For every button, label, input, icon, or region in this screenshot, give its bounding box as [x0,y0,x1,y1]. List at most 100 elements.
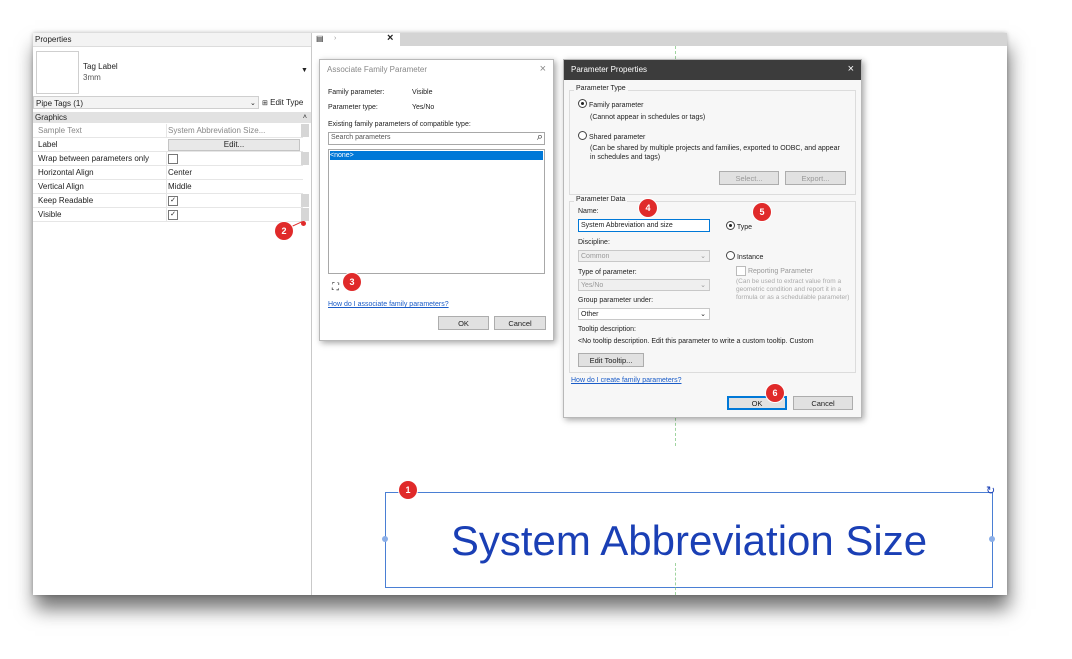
tooltip-text: <No tooltip description. Edit this param… [578,338,814,345]
list-item-none[interactable]: <none> [330,151,543,160]
type-dropdown-icon[interactable]: ▼ [301,67,308,74]
prop-value: System Abbreviation Size... [168,126,266,135]
prop-row-vertical-align: Vertical Align Middle [33,180,303,194]
type-of-param-label: Type of parameter: [578,269,637,276]
param-type-label: Parameter type: [328,104,378,111]
prop-row-visible: Visible ✓ [33,208,303,222]
chevron-down-icon: ⌄ [700,311,706,318]
properties-panel: Properties Tag Label 3mm ▼ Pipe Tags (1)… [33,33,312,595]
type-of-param-dropdown[interactable]: Yes/No ⌄ [578,279,710,291]
prop-key: Horizontal Align [38,168,94,177]
edit-type-label: Edit Type [270,98,304,107]
prop-value[interactable]: Middle [168,180,192,193]
reporting-param-checkbox[interactable]: Reporting Parameter [736,266,813,276]
tag-label-box[interactable]: System Abbreviation Size [385,492,993,588]
type-name: Tag Label [83,62,118,71]
step-badge-3: 3 [343,273,361,291]
family-param-radio[interactable]: Family parameter [578,99,643,109]
dialog-title: Parameter Properties [564,60,861,80]
shared-param-note: (Can be shared by multiple projects and … [590,145,840,161]
prop-key: Label [38,140,58,149]
export-button[interactable]: Export... [785,171,846,185]
prop-row-wrap: Wrap between parameters only [33,152,303,166]
grip-right-icon[interactable] [989,536,995,542]
parameter-list[interactable]: <none> [328,149,545,274]
close-icon[interactable]: × [387,33,393,44]
radio-icon [726,251,735,260]
name-input[interactable]: System Abbreviation and size [578,219,710,232]
prop-row-label: Label Edit... [33,138,303,152]
wrap-checkbox[interactable] [168,153,178,164]
scrollbar-segment[interactable] [301,194,309,207]
label-edit-button[interactable]: Edit... [168,139,300,151]
chevron-down-icon: ⌄ [700,253,706,260]
step-badge-4: 4 [639,199,657,217]
prop-key: Visible [38,210,62,219]
instance-selector[interactable]: Pipe Tags (1) ⌄ [33,96,259,109]
group-under-dropdown[interactable]: Other ⌄ [578,308,710,320]
grip-left-icon[interactable] [382,536,388,542]
parameter-properties-dialog: Parameter Properties × Parameter Type Fa… [563,59,862,418]
chevron-down-icon: ⌄ [700,282,706,289]
step-badge-1: 1 [399,481,417,499]
visible-checkbox[interactable]: ✓ [168,209,178,220]
chevron-down-icon: ⌄ [250,100,256,107]
prop-row-sample-text: Sample Text System Abbreviation Size... [33,124,303,138]
family-param-note: (Cannot appear in schedules or tags) [590,114,706,121]
param-type-group-label: Parameter Type [574,85,628,92]
view-tab[interactable]: ▤ › × [312,33,400,46]
scrollbar-segment[interactable] [301,124,309,137]
close-icon[interactable]: × [540,63,546,75]
search-input[interactable]: Search parameters ⌕ [328,131,545,145]
ok-button[interactable]: OK [438,316,489,330]
group-graphics-label: Graphics [35,113,68,122]
reference-line [675,563,677,595]
close-icon[interactable]: × [848,63,854,75]
new-parameter-icon[interactable]: ⛶ [332,282,339,293]
discipline-dropdown[interactable]: Common ⌄ [578,250,710,262]
reporting-param-label: Reporting Parameter [747,267,813,275]
prop-row-keep-readable: Keep Readable ✓ [33,194,303,208]
prop-row-horizontal-align: Horizontal Align Center [33,166,303,180]
instance-radio[interactable]: Instance [726,251,763,261]
step-badge-6: 6 [766,384,784,402]
group-under-label: Group parameter under: [578,297,654,304]
step-badge-2: 2 [275,222,293,240]
prop-key: Vertical Align [38,182,84,191]
dialog-title: Associate Family Parameter [327,65,428,74]
rotate-icon[interactable]: ↻ [986,484,995,497]
radio-icon [726,221,735,230]
scrollbar-segment[interactable] [301,152,309,165]
tooltip-label: Tooltip description: [578,326,636,333]
group-graphics[interactable]: Graphics ˄ [33,112,311,123]
cancel-button[interactable]: Cancel [494,316,546,330]
edit-type-icon: ⊞ [262,100,268,107]
collapse-icon: ˄ [302,114,307,121]
tab-arrow-icon: › [334,35,337,42]
shared-param-radio[interactable]: Shared parameter [578,131,645,141]
select-button[interactable]: Select... [719,171,779,185]
help-link[interactable]: How do I create family parameters? [571,377,682,384]
radio-icon [578,99,587,108]
help-link[interactable]: How do I associate family parameters? [328,301,449,308]
type-thumbnail [36,51,79,94]
associate-family-parameter-dialog: Associate Family Parameter × Family para… [319,59,554,341]
checkbox-icon [736,266,746,276]
cancel-button[interactable]: Cancel [793,396,853,410]
discipline-label: Discipline: [578,239,610,246]
family-param-label: Family parameter: [328,89,385,96]
prop-value[interactable]: Center [168,166,192,179]
revit-window: Properties Tag Label 3mm ▼ Pipe Tags (1)… [33,33,1007,595]
reporting-note: (Can be used to extract value from a geo… [736,278,850,301]
existing-params-label: Existing family parameters of compatible… [328,121,471,128]
keep-readable-checkbox[interactable]: ✓ [168,195,178,206]
type-radio[interactable]: Type [726,221,752,231]
associate-param-button[interactable] [301,208,309,221]
instance-selector-label: Pipe Tags (1) [36,99,83,108]
family-param-label: Family parameter [588,102,644,109]
name-label: Name: [578,208,599,215]
search-placeholder: Search parameters [331,134,391,141]
group-under-value: Other [581,311,599,318]
edit-tooltip-button[interactable]: Edit Tooltip... [578,353,644,367]
edit-type-button[interactable]: ⊞ Edit Type [262,98,303,107]
